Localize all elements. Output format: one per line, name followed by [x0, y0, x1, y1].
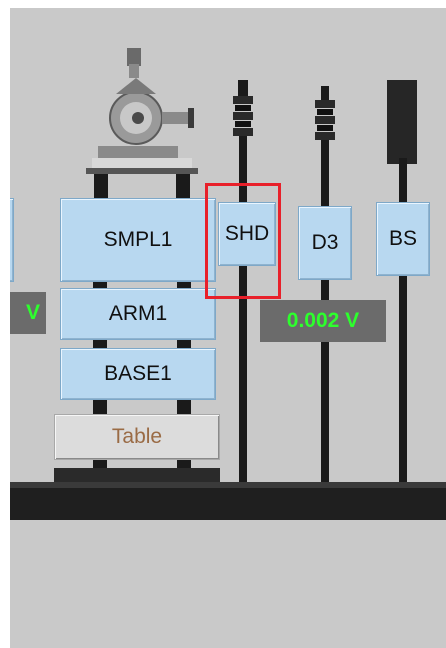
optical-rail: [10, 488, 446, 520]
d3-voltage-readout: 0.002 V: [260, 300, 386, 342]
shd-button[interactable]: SHD: [218, 202, 276, 266]
d3-lens-icon: [315, 86, 335, 160]
base1-button[interactable]: BASE1: [60, 348, 216, 400]
shd-lens-icon: [233, 80, 253, 154]
arm1-button[interactable]: ARM1: [60, 288, 216, 340]
sample-mount-icon: [86, 48, 198, 206]
bs-button[interactable]: BS: [376, 202, 430, 276]
optical-bench-panel: SMPL1 ARM1 BASE1 Table SHD D3 BS V 0.002…: [10, 8, 446, 648]
table-button[interactable]: Table: [54, 414, 220, 460]
left-component-button[interactable]: [10, 198, 14, 282]
bs-block: [387, 80, 417, 164]
smpl1-button[interactable]: SMPL1: [60, 198, 216, 282]
left-voltage-readout: V: [10, 292, 46, 334]
shd-post: [239, 148, 247, 488]
stack-base-foot: [54, 468, 220, 482]
d3-button[interactable]: D3: [298, 206, 352, 280]
